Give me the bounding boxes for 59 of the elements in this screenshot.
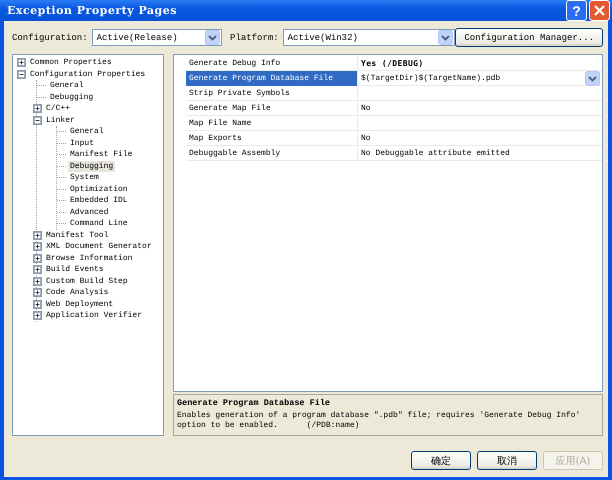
- tree-item[interactable]: Build Events: [44, 264, 106, 276]
- tree-item[interactable]: Optimization: [68, 184, 130, 195]
- tree-item[interactable]: Command Line: [68, 218, 130, 230]
- expand-icon[interactable]: [33, 300, 42, 309]
- description-text: Enables generation of a program database ".pdb" file; requires 'Generate Debug Info' option to be enabled. (/PDB:name): [177, 411, 582, 431]
- platform-label: Platform:: [230, 32, 279, 42]
- property-value: No: [361, 134, 371, 142]
- expand-icon[interactable]: [17, 58, 26, 68]
- tree-item[interactable]: Embedded IDL: [68, 195, 130, 206]
- tree-item[interactable]: Web Deployment: [44, 298, 116, 310]
- configuration-manager-button[interactable]: Configuration Manager...: [455, 28, 603, 47]
- tree-item[interactable]: Manifest Tool: [44, 230, 110, 241]
- tree-item[interactable]: C/C++: [44, 103, 72, 114]
- dropdown-field[interactable]: Active(Win32): [282, 29, 456, 46]
- tree-item[interactable]: General: [68, 126, 106, 138]
- tree-item[interactable]: Debugging: [68, 160, 116, 172]
- tree-item[interactable]: Manifest File: [68, 149, 134, 160]
- expand-icon[interactable]: [33, 254, 42, 263]
- tree-item[interactable]: Application Verifier: [44, 310, 144, 322]
- tree-item[interactable]: Debugging: [48, 92, 96, 103]
- expand-icon[interactable]: [33, 242, 42, 252]
- property-name[interactable]: Strip Private Symbols: [186, 86, 358, 100]
- tree-item[interactable]: Configuration Properties: [28, 68, 148, 80]
- expand-icon[interactable]: [33, 311, 42, 320]
- tree-item[interactable]: Input: [68, 138, 96, 149]
- property-name[interactable]: Generate Map File: [186, 101, 358, 115]
- description-title: Generate Program Database File: [177, 398, 332, 408]
- tree-item[interactable]: Code Analysis: [44, 287, 110, 298]
- expand-icon[interactable]: [33, 288, 42, 298]
- configuration-label: Configuration:: [12, 32, 88, 42]
- expand-icon[interactable]: [33, 276, 42, 286]
- property-name[interactable]: Debuggable Assembly: [186, 146, 358, 160]
- dialog-button[interactable]: 取消: [477, 451, 537, 470]
- tree-item[interactable]: Common Properties: [28, 57, 114, 68]
- expand-icon[interactable]: [33, 104, 42, 114]
- collapse-icon[interactable]: [17, 70, 26, 79]
- window-title: Exception Property Pages: [6, 4, 177, 17]
- tree-item[interactable]: XML Document Generator: [44, 241, 154, 252]
- property-name[interactable]: Generate Program Database File: [186, 71, 358, 86]
- collapse-icon[interactable]: [33, 116, 42, 125]
- dialog-button[interactable]: 确定: [411, 451, 471, 470]
- tree-item[interactable]: Browse Information: [44, 252, 134, 264]
- property-name[interactable]: Generate Debug Info: [186, 56, 358, 70]
- help-button[interactable]: ?: [566, 0, 587, 21]
- dropdown-field[interactable]: Active(Release): [92, 29, 222, 46]
- tree-item[interactable]: Advanced: [68, 206, 110, 218]
- property-value: Yes (/DEBUG): [361, 58, 424, 68]
- expand-icon[interactable]: [33, 230, 42, 240]
- tree-item[interactable]: Custom Build Step: [44, 276, 130, 287]
- close-icon[interactable]: [589, 0, 610, 21]
- property-name[interactable]: Map Exports: [186, 131, 358, 145]
- expand-icon[interactable]: [33, 265, 42, 274]
- tree-item[interactable]: General: [48, 80, 86, 92]
- property-value: $(TargetDir)$(TargetName).pdb: [361, 74, 500, 83]
- property-value: No: [361, 104, 371, 112]
- tree-item[interactable]: Linker: [44, 114, 77, 126]
- property-name[interactable]: Map File Name: [186, 116, 358, 130]
- tree-item[interactable]: System: [68, 172, 101, 184]
- property-value: No Debuggable attribute emitted: [361, 148, 510, 158]
